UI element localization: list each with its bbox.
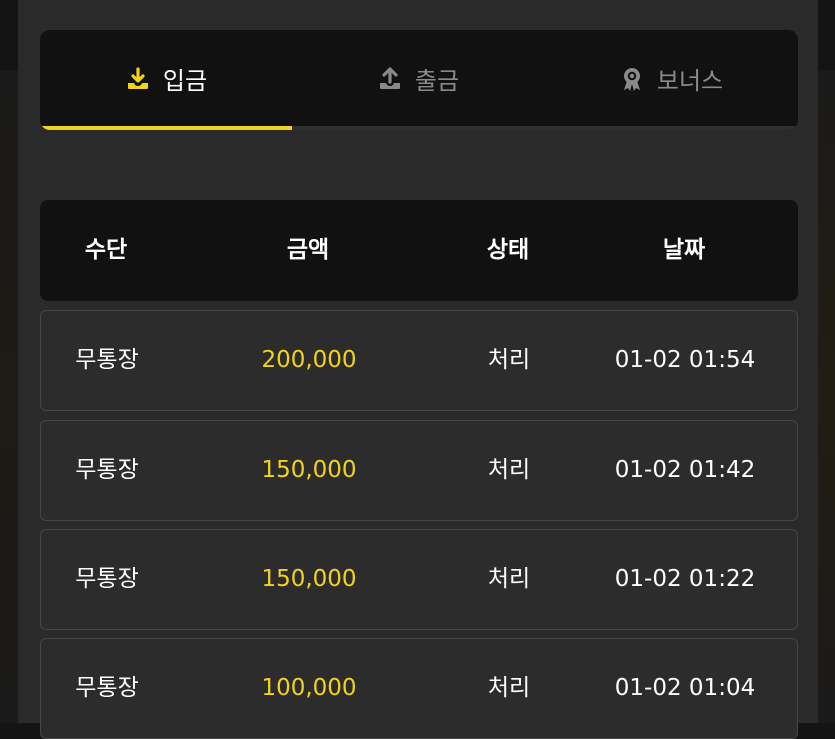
award-icon — [619, 66, 645, 92]
row-date: 01-02 01:54 — [614, 347, 756, 373]
tab-withdraw-label: 출금 — [414, 67, 460, 95]
row-date: 01-02 01:04 — [614, 675, 756, 701]
header-amount: 금액 — [286, 237, 330, 263]
tab-deposit-label: 입금 — [162, 67, 208, 95]
table-row[interactable]: 무통장 200,000 처리 01-02 01:54 — [40, 310, 798, 411]
page-backdrop-left — [0, 70, 18, 723]
tab-withdraw[interactable]: 출금 — [292, 30, 544, 127]
row-status: 처리 — [487, 457, 531, 483]
row-date: 01-02 01:22 — [614, 566, 756, 592]
history-panel: 입금 출금 보너스 수단 금액 상태 날짜 무통장 200,000 처리 01-… — [18, 0, 818, 739]
download-icon — [125, 66, 151, 92]
row-method: 무통장 — [75, 457, 139, 483]
table-header: 수단 금액 상태 날짜 — [40, 200, 798, 301]
row-method: 무통장 — [75, 347, 139, 373]
tab-deposit[interactable]: 입금 — [40, 30, 292, 127]
upload-icon — [377, 66, 403, 92]
row-amount: 100,000 — [261, 675, 357, 701]
tab-bonus[interactable]: 보너스 — [544, 30, 798, 127]
row-status: 처리 — [487, 347, 531, 373]
row-method: 무통장 — [75, 566, 139, 592]
row-date: 01-02 01:42 — [614, 457, 756, 483]
header-date: 날짜 — [662, 237, 706, 263]
table-row[interactable]: 무통장 150,000 처리 01-02 01:22 — [40, 529, 798, 630]
header-status: 상태 — [486, 237, 530, 263]
table-row[interactable]: 무통장 100,000 처리 01-02 01:04 — [40, 638, 798, 739]
header-method: 수단 — [84, 237, 128, 263]
tab-bar: 입금 출금 보너스 — [40, 30, 798, 130]
row-status: 처리 — [487, 566, 531, 592]
row-method: 무통장 — [75, 675, 139, 701]
page-backdrop-right — [818, 70, 835, 723]
row-amount: 150,000 — [261, 566, 357, 592]
table-row[interactable]: 무통장 150,000 처리 01-02 01:42 — [40, 420, 798, 521]
tab-active-underline — [40, 126, 292, 130]
row-amount: 200,000 — [261, 347, 357, 373]
row-amount: 150,000 — [261, 457, 357, 483]
tab-bonus-label: 보너스 — [656, 67, 724, 95]
row-status: 처리 — [487, 675, 531, 701]
